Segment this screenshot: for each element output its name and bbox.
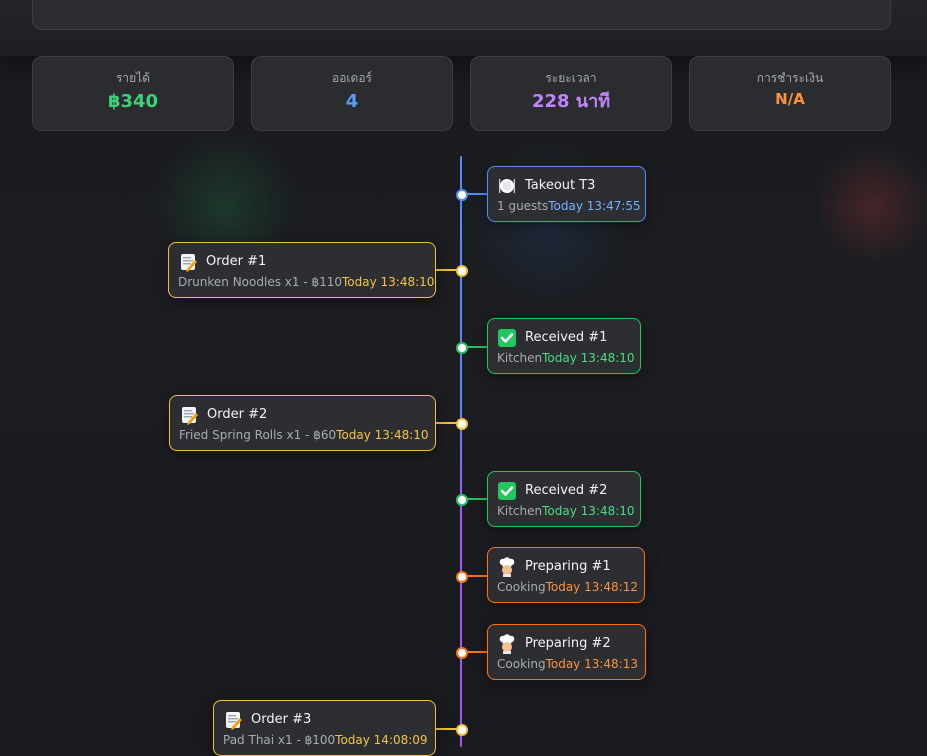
timeline-event[interactable]: Takeout T3 1 guestsToday 13:47:55 — [487, 166, 646, 222]
stat-duration-value: 228 นาที — [531, 91, 611, 112]
event-title: Order #1 — [206, 254, 267, 269]
event-subtitle: Cooking — [497, 580, 546, 594]
event-title: Received #1 — [525, 330, 608, 345]
chef-icon — [497, 557, 517, 577]
event-title: Preparing #1 — [525, 559, 611, 574]
check-mark-icon — [497, 481, 517, 501]
timeline-event[interactable]: Received #1 KitchenToday 13:48:10 — [487, 318, 641, 374]
stat-orders-label: ออเดอร์ — [332, 71, 372, 85]
timeline-event[interactable]: Preparing #2 CookingToday 13:48:13 — [487, 624, 646, 680]
timeline-dot — [456, 342, 468, 354]
stat-income-label: รายได้ — [115, 71, 151, 85]
event-time: Today 14:08:09 — [335, 733, 428, 747]
plate-utensils-icon — [497, 176, 517, 196]
event-title: Takeout T3 — [525, 178, 596, 193]
event-time: Today 13:48:13 — [545, 657, 638, 671]
event-subtitle: Fried Spring Rolls x1 - ฿60 — [179, 428, 337, 442]
timeline-dot — [456, 265, 468, 277]
chef-icon — [497, 634, 517, 654]
stat-payment-value: N/A — [775, 90, 805, 108]
stat-card-payment: การชำระเงิน N/A — [689, 56, 891, 131]
header-card — [32, 0, 891, 30]
timeline-dot — [456, 647, 468, 659]
event-subtitle: Kitchen — [497, 504, 543, 518]
timeline-dot — [456, 494, 468, 506]
event-time: Today 13:48:10 — [336, 428, 429, 442]
event-time: Today 13:48:10 — [542, 504, 635, 518]
event-title: Preparing #2 — [525, 636, 611, 651]
event-title: Received #2 — [525, 483, 608, 498]
memo-pencil-icon — [179, 405, 199, 425]
timeline-event[interactable]: Received #2 KitchenToday 13:48:10 — [487, 471, 641, 527]
event-time: Today 13:48:10 — [542, 351, 635, 365]
event-subtitle: Drunken Noodles x1 - ฿110 — [178, 275, 343, 289]
timeline-dot — [456, 571, 468, 583]
event-subtitle: Cooking — [497, 657, 546, 671]
timeline-dot — [456, 189, 468, 201]
timeline-event[interactable]: Order #2 Fried Spring Rolls x1 - ฿60Toda… — [169, 395, 436, 451]
timeline-event[interactable]: Preparing #1 CookingToday 13:48:12 — [487, 547, 645, 603]
event-subtitle: 1 guests — [497, 199, 549, 213]
event-time: Today 13:48:12 — [545, 580, 638, 594]
event-title: Order #2 — [207, 407, 268, 422]
check-mark-icon — [497, 328, 517, 348]
memo-pencil-icon — [178, 252, 198, 272]
event-title: Order #3 — [251, 712, 312, 727]
event-subtitle: Kitchen — [497, 351, 543, 365]
event-time: Today 13:47:55 — [548, 199, 641, 213]
stat-duration-label: ระยะเวลา — [545, 71, 597, 85]
stat-card-duration: ระยะเวลา 228 นาที — [470, 56, 672, 131]
stat-card-orders: ออเดอร์ 4 — [251, 56, 453, 131]
memo-pencil-icon — [223, 710, 243, 730]
stat-payment-label: การชำระเงิน — [756, 71, 824, 85]
event-subtitle: Pad Thai x1 - ฿100 — [223, 733, 336, 747]
timeline-dot — [456, 418, 468, 430]
timeline-event[interactable]: Order #3 Pad Thai x1 - ฿100Today 14:08:0… — [213, 700, 436, 756]
stat-card-income: รายได้ ฿340 — [32, 56, 234, 131]
timeline-event[interactable]: Order #1 Drunken Noodles x1 - ฿110Today … — [168, 242, 436, 298]
stat-income-value: ฿340 — [107, 91, 159, 112]
timeline-dot — [456, 724, 468, 736]
stat-orders-value: 4 — [345, 91, 359, 112]
event-time: Today 13:48:10 — [342, 275, 435, 289]
